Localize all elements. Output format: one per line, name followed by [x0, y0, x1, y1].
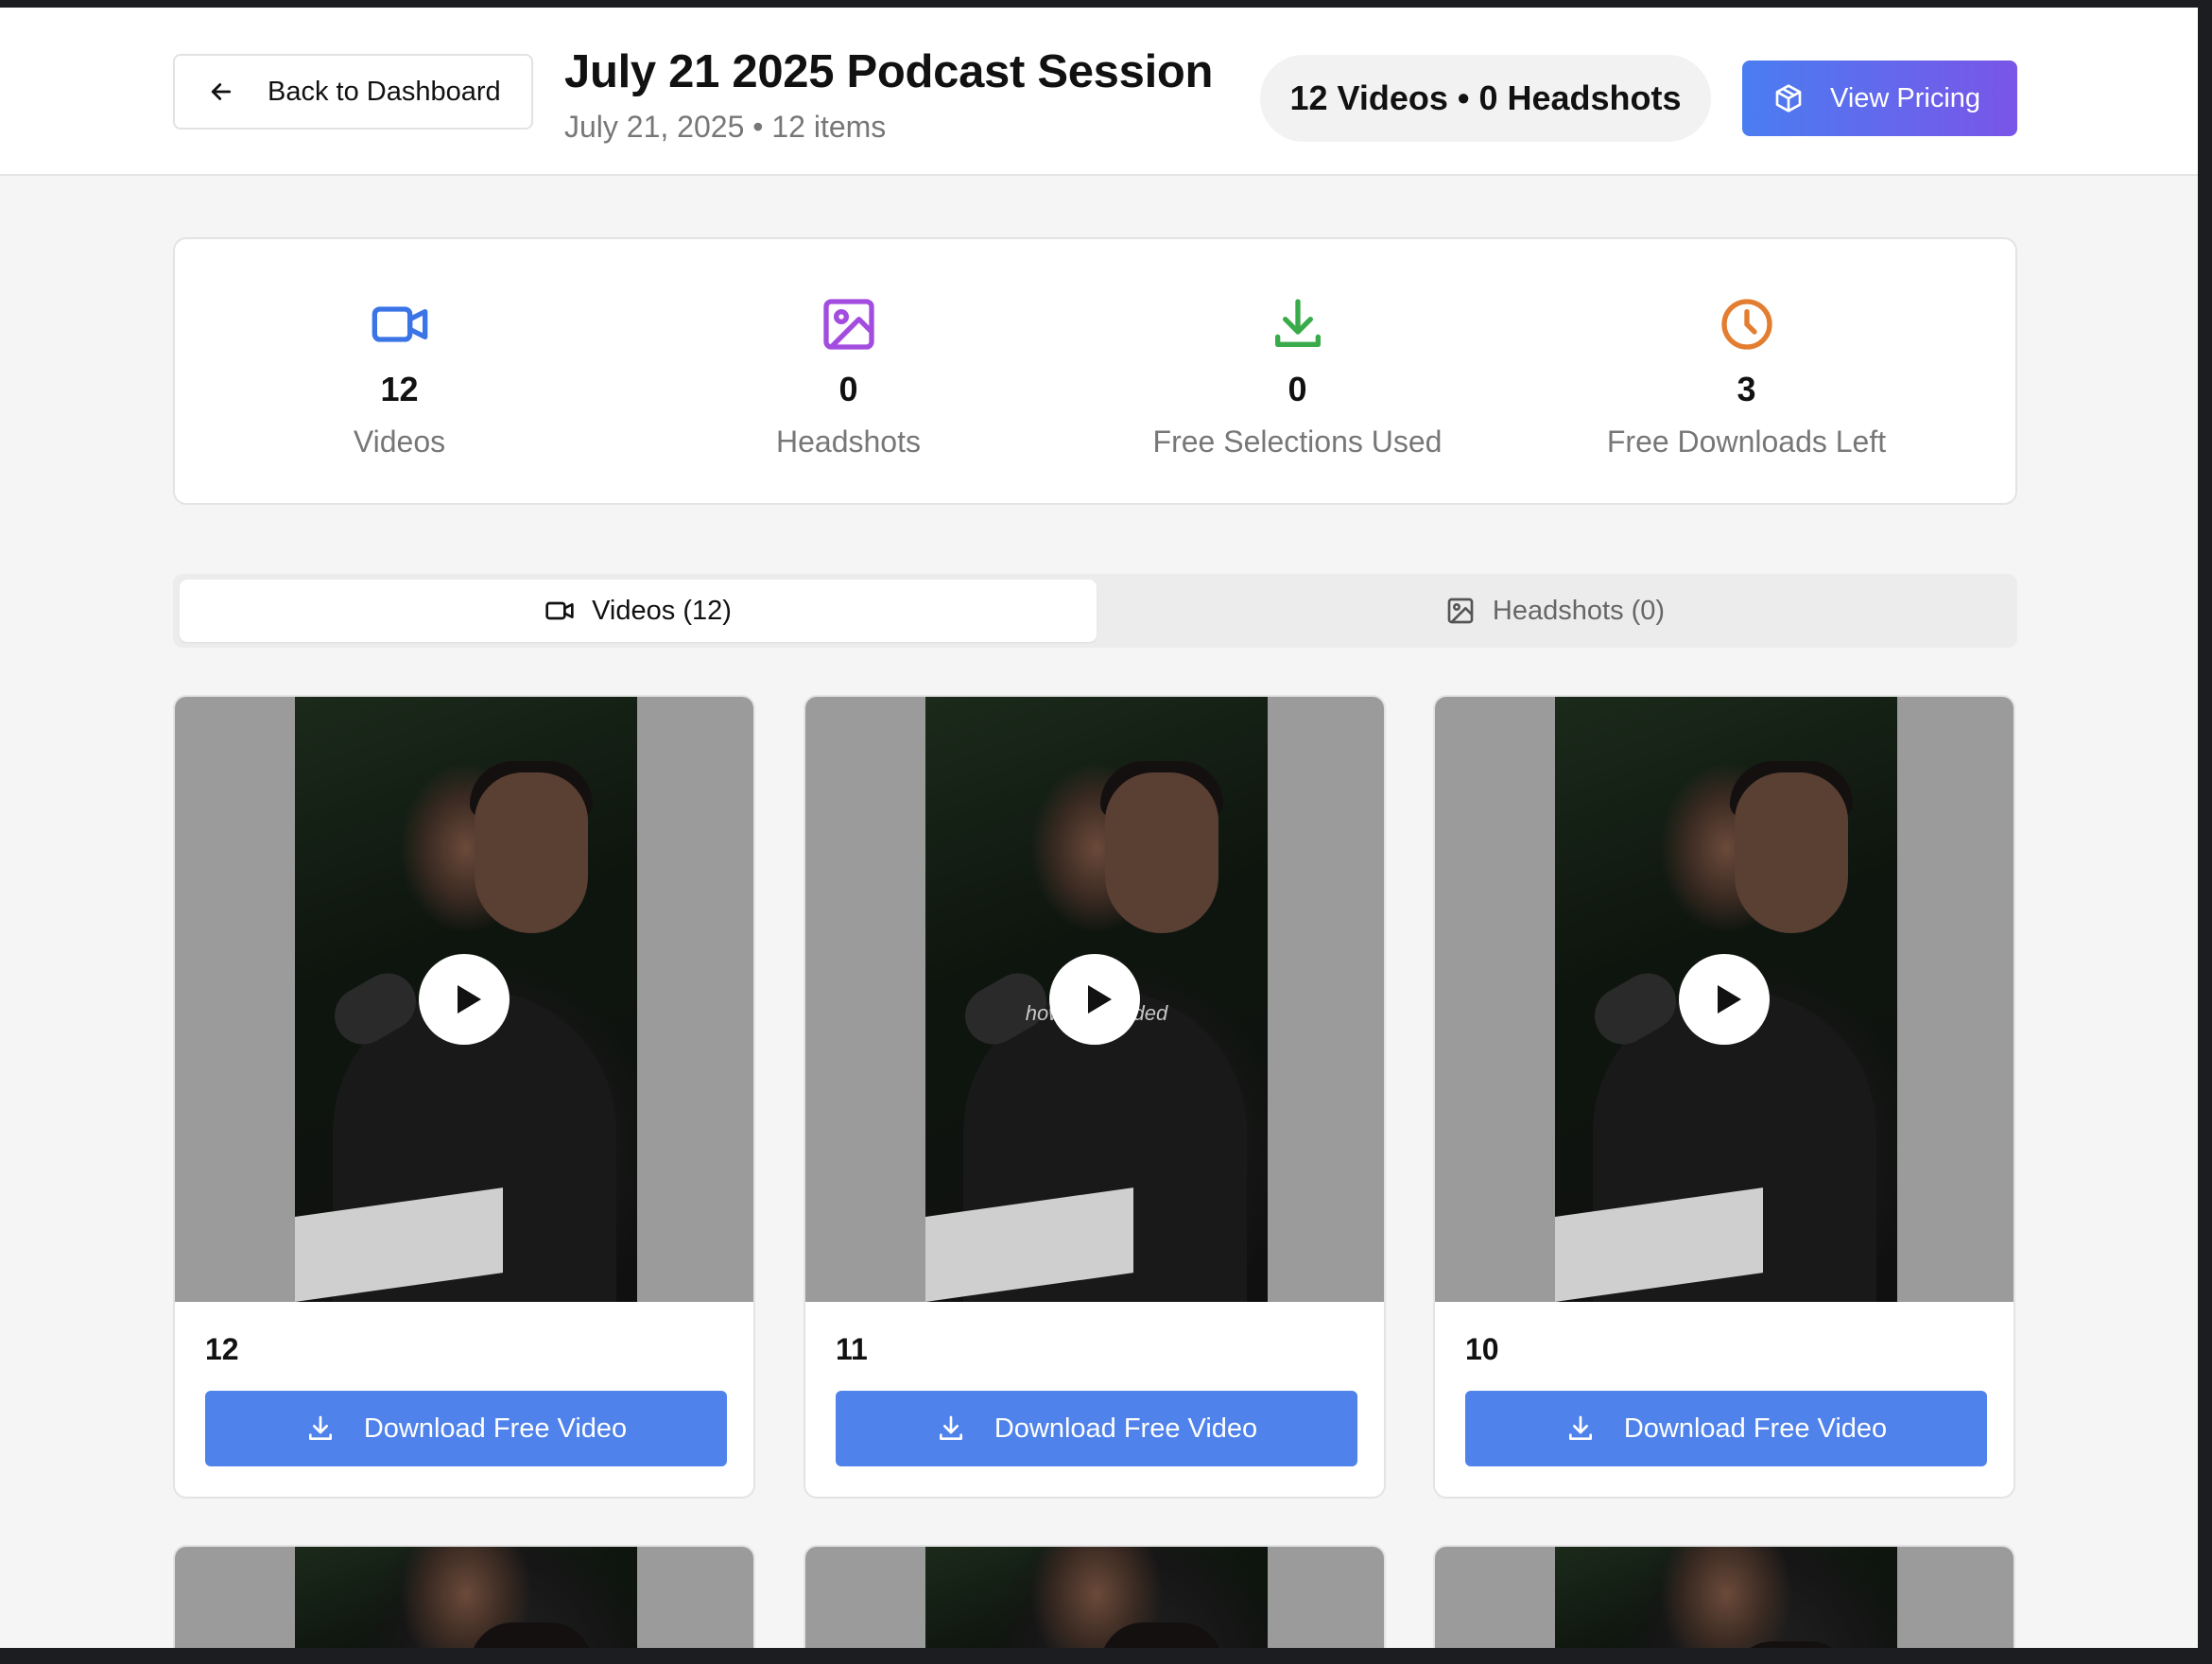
play-button[interactable] [1679, 954, 1770, 1045]
tab-headshots[interactable]: Headshots (0) [1097, 580, 2013, 642]
media-tabs: Videos (12) Headshots (0) [173, 574, 2017, 648]
stat-free-downloads: 3 Free Downloads Left [1522, 239, 1971, 503]
media-count-badge: 12 Videos • 0 Headshots [1260, 55, 1711, 142]
video-thumbnail[interactable] [1435, 1547, 2013, 1648]
download-icon [939, 1415, 962, 1440]
stat-value: 12 [380, 370, 419, 408]
video-card [173, 1545, 755, 1648]
play-icon [1088, 985, 1112, 1014]
clock-icon [1720, 299, 1772, 350]
stat-headshots: 0 Headshots [624, 239, 1073, 503]
page-header: Back to Dashboard July 21 2025 Podcast S… [0, 8, 2198, 176]
frame-shape [1730, 1641, 1853, 1648]
video-card [1433, 1545, 2015, 1648]
image-icon [822, 299, 874, 350]
video-card: one vice 12 Download Free Video [173, 695, 755, 1499]
video-card [804, 1545, 1386, 1648]
tab-label: Headshots (0) [1492, 595, 1666, 626]
download-free-video-button[interactable]: Download Free Video [836, 1391, 1357, 1466]
image-icon [1447, 598, 1474, 624]
frame-shape [475, 772, 588, 933]
download-button-label: Download Free Video [363, 1413, 628, 1444]
play-button[interactable] [419, 954, 510, 1045]
app-screen: Back to Dashboard July 21 2025 Podcast S… [0, 8, 2198, 1648]
stat-free-selections: 0 Free Selections Used [1073, 239, 1522, 503]
frame-shape [1735, 772, 1848, 933]
back-button-label: Back to Dashboard [268, 76, 501, 107]
stat-label: Free Downloads Left [1606, 425, 1887, 459]
video-title: 11 [836, 1332, 868, 1366]
stat-value: 3 [1737, 370, 1756, 408]
video-frame [295, 1547, 637, 1648]
stat-label: Headshots [776, 425, 921, 459]
video-thumbnail[interactable] [1435, 697, 2013, 1302]
page-subtitle: July 21, 2025 • 12 items [564, 110, 887, 144]
play-button[interactable] [1049, 954, 1140, 1045]
stat-value: 0 [838, 370, 858, 408]
stat-value: 0 [1287, 370, 1307, 408]
package-icon [1775, 84, 1802, 113]
tab-videos[interactable]: Videos (12) [180, 580, 1097, 642]
download-button-label: Download Free Video [1623, 1413, 1888, 1444]
back-to-dashboard-button[interactable]: Back to Dashboard [173, 54, 533, 130]
video-thumbnail[interactable] [805, 1547, 1384, 1648]
video-camera-icon [372, 306, 427, 342]
video-frame [925, 1547, 1268, 1648]
stat-label: Videos [353, 425, 446, 459]
stat-videos: 12 Videos [175, 239, 624, 503]
download-free-video-button[interactable]: Download Free Video [1465, 1391, 1987, 1466]
video-thumbnail[interactable]: one vice [175, 697, 753, 1302]
video-thumbnail[interactable]: how do ounded [805, 697, 1384, 1302]
arrow-left-icon [211, 83, 232, 100]
stat-label: Free Selections Used [1152, 425, 1443, 459]
video-frame [1555, 1547, 1897, 1648]
tab-label: Videos (12) [592, 595, 732, 626]
download-free-video-button[interactable]: Download Free Video [205, 1391, 727, 1466]
video-card: how do ounded 11 Download Free Video [804, 695, 1386, 1499]
frame-shape [1100, 1622, 1223, 1648]
frame-shape [470, 1622, 593, 1648]
video-thumbnail[interactable] [175, 1547, 753, 1648]
frame-shape [1105, 772, 1218, 933]
play-icon [1718, 985, 1741, 1014]
download-icon [1568, 1415, 1592, 1440]
view-pricing-button[interactable]: View Pricing [1742, 61, 2017, 136]
download-button-label: Download Free Video [994, 1413, 1258, 1444]
video-camera-icon [545, 601, 574, 620]
video-card: 10 Download Free Video [1433, 695, 2015, 1499]
download-icon [1274, 299, 1321, 347]
video-title: 10 [1465, 1332, 1499, 1366]
view-pricing-label: View Pricing [1830, 82, 1981, 113]
download-icon [308, 1415, 332, 1440]
stats-card: 12 Videos 0 Headshots 0 Free Selections … [173, 237, 2017, 505]
play-icon [458, 985, 481, 1014]
video-title: 12 [205, 1332, 239, 1366]
page-title: July 21 2025 Podcast Session [564, 46, 1214, 97]
